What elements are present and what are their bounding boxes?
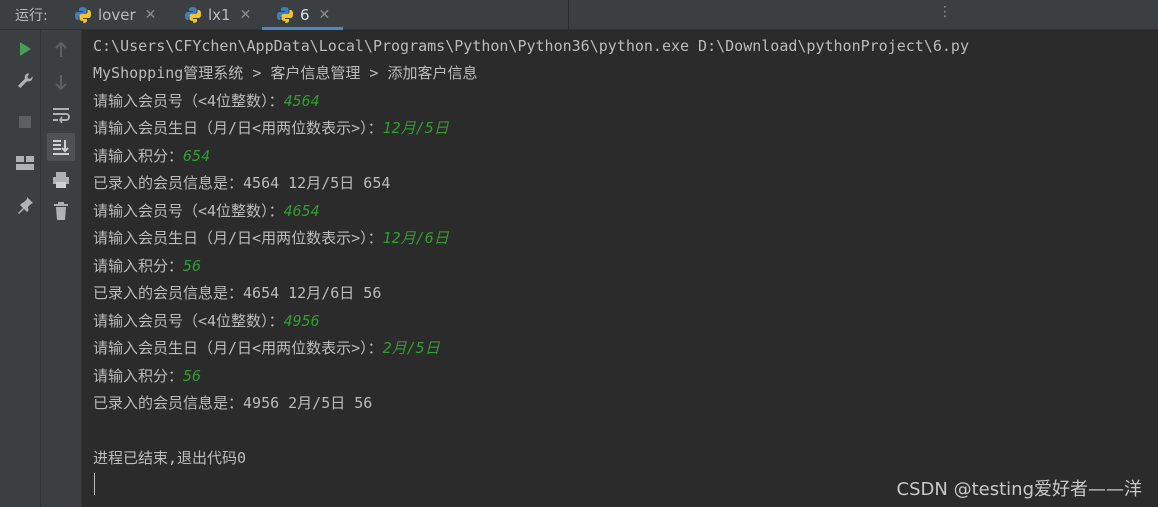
prompt-text: 请输入会员号（<4位整数）：	[93, 312, 284, 330]
tab-label: lover	[98, 6, 136, 24]
prompt-text: 请输入积分：	[93, 147, 184, 165]
close-icon[interactable]: ✕	[240, 7, 252, 23]
stop-button[interactable]	[14, 111, 36, 133]
prompt-line: 请输入会员生日（月/日<用两位数表示>）：12月/6日	[93, 228, 449, 248]
print-icon	[53, 172, 69, 188]
divider	[568, 0, 569, 30]
run-toolbar-primary	[0, 30, 40, 507]
tab-lover[interactable]: lover ✕	[74, 0, 156, 30]
run-tool-window-header: 运行: lover ✕ lx1 ✕ 6 ✕ ⋮	[0, 0, 1158, 30]
prompt-text: 请输入会员生日（月/日<用两位数表示>）：	[93, 119, 383, 137]
tab-label: lx1	[208, 6, 231, 24]
trash-icon	[54, 202, 68, 220]
user-input: 4564	[283, 92, 320, 110]
breadcrumb: MyShopping管理系统 > 客户信息管理 > 添加客户信息	[93, 64, 478, 82]
print-button[interactable]	[50, 169, 72, 191]
prompt-text: 请输入积分：	[93, 367, 184, 385]
edit-configuration-button[interactable]	[14, 70, 36, 92]
soft-wrap-button[interactable]	[50, 104, 72, 126]
tab-6[interactable]: 6 ✕	[276, 0, 330, 30]
clear-all-button[interactable]	[50, 200, 72, 222]
prompt-text: 请输入积分：	[93, 257, 184, 275]
prompt-text: 请输入会员生日（月/日<用两位数表示>）：	[93, 339, 383, 357]
user-input: 56	[183, 257, 202, 275]
prompt-line: 请输入会员号（<4位整数）：4956	[93, 311, 320, 331]
prompt-line: 请输入积分：56	[93, 256, 201, 276]
exit-message: 进程已结束,退出代码0	[93, 449, 247, 467]
arrow-up-icon	[55, 42, 67, 57]
user-input: 12月/6日	[382, 229, 449, 247]
python-icon	[75, 7, 91, 23]
prompt-text: 请输入会员号（<4位整数）：	[93, 92, 284, 110]
layout-icon	[16, 156, 34, 170]
scroll-to-end-button[interactable]	[47, 133, 75, 161]
console-output[interactable]: C:\Users\CFYchen\AppData\Local\Programs\…	[82, 30, 1158, 507]
run-label: 运行:	[15, 8, 48, 24]
prompt-text: 请输入会员生日（月/日<用两位数表示>）：	[93, 229, 383, 247]
arrow-down-icon	[55, 75, 67, 90]
summary-line: 已录入的会员信息是：4654 12月/6日 56	[93, 284, 382, 302]
prompt-text: 请输入会员号（<4位整数）：	[93, 202, 284, 220]
summary-line: 已录入的会员信息是：4564 12月/5日 654	[93, 174, 391, 192]
pin-icon	[18, 197, 33, 214]
scroll-to-end-icon	[53, 140, 69, 155]
prompt-line: 请输入会员号（<4位整数）：4564	[93, 91, 320, 111]
summary-line: 已录入的会员信息是：4956 2月/5日 56	[93, 394, 373, 412]
close-icon[interactable]: ✕	[145, 7, 157, 23]
user-input: 4654	[283, 202, 320, 220]
rerun-button[interactable]	[14, 38, 36, 60]
user-input: 4956	[283, 312, 320, 330]
text-cursor	[94, 473, 95, 495]
scroll-down-button[interactable]	[50, 71, 72, 93]
user-input: 56	[183, 367, 202, 385]
python-icon	[185, 7, 201, 23]
prompt-line: 请输入会员生日（月/日<用两位数表示>）：12月/5日	[93, 118, 449, 138]
prompt-line: 请输入积分：56	[93, 366, 201, 386]
prompt-line: 请输入积分：654	[93, 146, 210, 166]
run-toolbar-secondary	[41, 30, 81, 507]
close-icon[interactable]: ✕	[319, 7, 331, 23]
prompt-line: 请输入会员生日（月/日<用两位数表示>）：2月/5日	[93, 338, 440, 358]
wrench-icon	[18, 73, 33, 88]
user-input: 2月/5日	[382, 339, 440, 357]
stop-icon	[19, 116, 31, 128]
tab-lx1[interactable]: lx1 ✕	[184, 0, 251, 30]
command-line: C:\Users\CFYchen\AppData\Local\Programs\…	[93, 37, 969, 55]
scroll-up-button[interactable]	[50, 39, 72, 61]
prompt-line: 请输入会员号（<4位整数）：4654	[93, 201, 320, 221]
user-input: 654	[183, 147, 211, 165]
more-options-icon[interactable]: ⋮	[938, 4, 952, 20]
soft-wrap-icon	[53, 108, 70, 123]
watermark: CSDN @testing爱好者——洋	[896, 479, 1142, 500]
pin-tab-button[interactable]	[14, 194, 36, 216]
python-icon	[277, 7, 293, 23]
user-input: 12月/5日	[382, 119, 449, 137]
layout-button[interactable]	[14, 152, 36, 174]
tab-label: 6	[300, 6, 310, 24]
play-icon	[20, 42, 31, 56]
